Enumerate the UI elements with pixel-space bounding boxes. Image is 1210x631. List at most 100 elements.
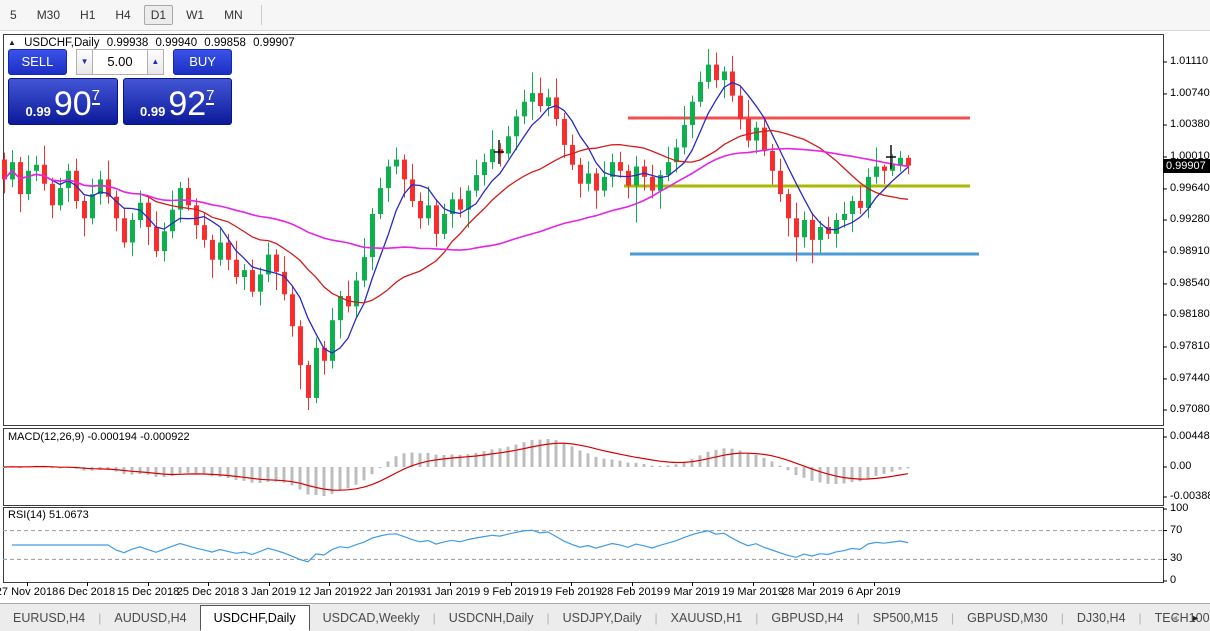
timeframe-button-m30[interactable]: M30 <box>30 5 67 25</box>
tab-scroll-right-icon[interactable]: ► <box>1185 613 1210 623</box>
sell-button[interactable]: SELL <box>8 49 67 75</box>
timeframe-button-h1[interactable]: H1 <box>73 5 102 25</box>
macd-histogram-bar <box>579 451 582 467</box>
timeframe-button-w1[interactable]: W1 <box>179 5 211 25</box>
macd-histogram-bar <box>795 467 798 475</box>
macd-histogram-bar <box>571 446 574 467</box>
trading-platform-window: 5M30H1H4D1W1MN ▲ USDCHF,Daily 0.99938 0.… <box>0 0 1210 631</box>
timeframe-button-5[interactable]: 5 <box>3 5 24 25</box>
price-axis-label: 0.98540 <box>1170 277 1210 289</box>
candle-body <box>218 242 223 259</box>
sell-price-sup: 7 <box>92 88 100 105</box>
macd-histogram-bar <box>699 455 702 467</box>
macd-histogram-bar <box>867 467 870 479</box>
ohlc-close: 0.99907 <box>253 37 295 49</box>
candle-body <box>594 173 599 190</box>
chart-tab-gbpusd[interactable]: GBPUSD,M30 <box>954 606 1061 630</box>
date-axis-label: 3 Jan 2019 <box>242 586 296 598</box>
tab-scroll-left-icon[interactable]: ◄ <box>1164 613 1185 623</box>
sell-price-box[interactable]: 0.99907 <box>8 78 118 125</box>
candle-body <box>906 158 911 166</box>
chart-tab-usdcnh[interactable]: USDCNH,Daily <box>436 606 547 630</box>
macd-histogram-bar <box>419 453 422 467</box>
chart-tab-gbpusd[interactable]: GBPUSD,H4 <box>758 606 856 630</box>
macd-histogram-bar <box>619 461 622 467</box>
date-axis-label: 19 Feb 2019 <box>540 586 602 598</box>
timeframe-button-mn[interactable]: MN <box>217 5 250 25</box>
macd-axis-label: 0.00 <box>1170 460 1191 472</box>
candle-body <box>402 160 407 180</box>
timeframe-button-h4[interactable]: H4 <box>108 5 137 25</box>
candle-body <box>546 97 551 106</box>
candle-body <box>746 119 751 141</box>
price-axis-label: 1.00380 <box>1170 118 1210 130</box>
candle-body <box>82 201 87 218</box>
date-axis-label: 15 Dec 2018 <box>117 586 179 598</box>
lot-decrease-button[interactable]: ▼ <box>76 49 93 75</box>
date-axis-label: 9 Feb 2019 <box>483 586 539 598</box>
candle-body <box>786 194 791 218</box>
chart-tab-sp500[interactable]: SP500,M15 <box>860 606 951 630</box>
macd-histogram-bar <box>307 467 310 495</box>
candle-body <box>802 220 807 237</box>
candle-body <box>714 65 719 81</box>
macd-histogram-bar <box>395 456 398 467</box>
macd-histogram-bar <box>675 464 678 467</box>
candle-body <box>874 166 879 176</box>
macd-histogram-bar <box>899 467 902 470</box>
candle-body <box>690 102 695 125</box>
macd-histogram-bar <box>539 440 542 467</box>
macd-histogram-bar <box>379 467 382 468</box>
candle-body <box>42 165 47 184</box>
macd-histogram-bar <box>459 455 462 467</box>
macd-histogram-bar <box>715 450 718 467</box>
date-axis-label: 12 Jan 2019 <box>299 586 360 598</box>
macd-histogram-bar <box>179 467 182 474</box>
macd-histogram-bar <box>659 466 662 467</box>
macd-histogram-bar <box>843 467 846 483</box>
candle-body <box>90 194 95 218</box>
collapse-panel-icon[interactable]: ▲ <box>8 38 16 47</box>
price-axis-label: 0.97810 <box>1170 340 1210 352</box>
candle-body <box>770 151 775 171</box>
candle-body <box>514 116 519 136</box>
buy-button[interactable]: BUY <box>173 49 232 75</box>
candle-body <box>130 220 135 242</box>
candle-body <box>378 188 383 214</box>
buy-price-box[interactable]: 0.99927 <box>123 78 233 125</box>
candle-body <box>58 188 63 205</box>
candle-body <box>490 149 495 162</box>
candle-body <box>50 184 55 206</box>
macd-histogram-bar <box>587 453 590 467</box>
candle-body <box>26 171 31 194</box>
timeframe-button-d1[interactable]: D1 <box>144 5 173 25</box>
lot-size-input[interactable]: 5.00 <box>92 49 147 75</box>
chart-tab-xauusd[interactable]: XAUUSD,H1 <box>658 606 756 630</box>
buy-price-prefix: 0.99 <box>140 104 165 119</box>
candle-body <box>738 96 743 119</box>
macd-histogram-bar <box>483 451 486 467</box>
macd-histogram-bar <box>187 467 190 473</box>
ohlc-high: 0.99940 <box>156 37 198 49</box>
macd-histogram-bar <box>547 439 550 467</box>
chart-tab-usdcad[interactable]: USDCAD,Weekly <box>310 606 433 630</box>
candle-body <box>722 71 727 80</box>
lot-increase-button[interactable]: ▲ <box>148 49 165 75</box>
chart-tab-dj30[interactable]: DJ30,H4 <box>1064 606 1139 630</box>
macd-histogram-bar <box>203 467 206 474</box>
ohlc-low: 0.99858 <box>204 37 246 49</box>
chart-tab-eurusd[interactable]: EURUSD,H4 <box>0 606 98 630</box>
macd-histogram-bar <box>531 440 534 467</box>
macd-histogram-bar <box>403 453 406 467</box>
chart-tab-usdjpy[interactable]: USDJPY,Daily <box>550 606 655 630</box>
macd-histogram-bar <box>907 467 910 469</box>
chart-tab-usdchf[interactable]: USDCHF,Daily <box>200 605 310 631</box>
macd-histogram-bar <box>883 467 886 474</box>
current-price-label: 0.99907 <box>1163 159 1210 173</box>
chart-tab-audusd[interactable]: AUDUSD,H4 <box>101 606 199 630</box>
buy-price-big: 92 <box>168 89 206 119</box>
candle-body <box>898 158 903 165</box>
macd-axis-label: 0.004487 <box>1170 430 1210 442</box>
candle-body <box>666 162 671 175</box>
macd-histogram-bar <box>891 467 894 472</box>
